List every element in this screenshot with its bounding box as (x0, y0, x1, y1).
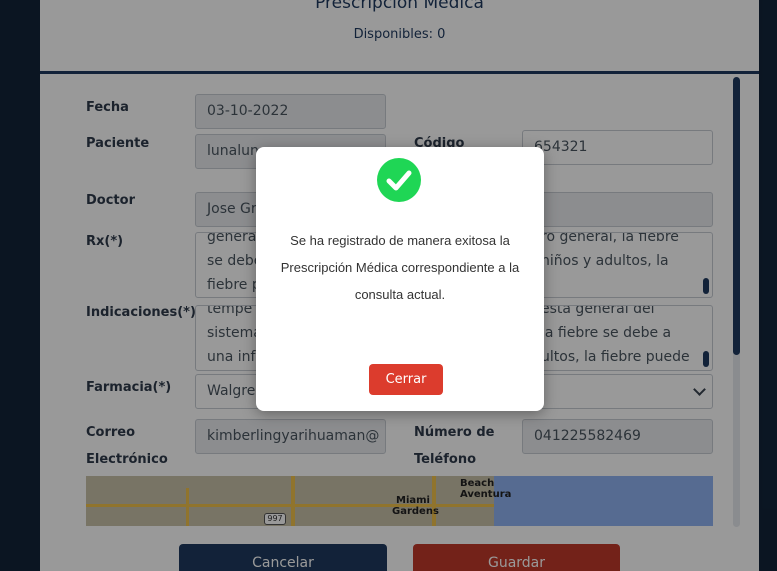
dialog-message: Se ha registrado de manera exitosa la Pr… (280, 233, 520, 302)
check-circle-icon (377, 158, 421, 202)
close-button[interactable]: Cerrar (369, 364, 443, 395)
success-dialog: Se ha registrado de manera exitosa la Pr… (256, 147, 544, 411)
